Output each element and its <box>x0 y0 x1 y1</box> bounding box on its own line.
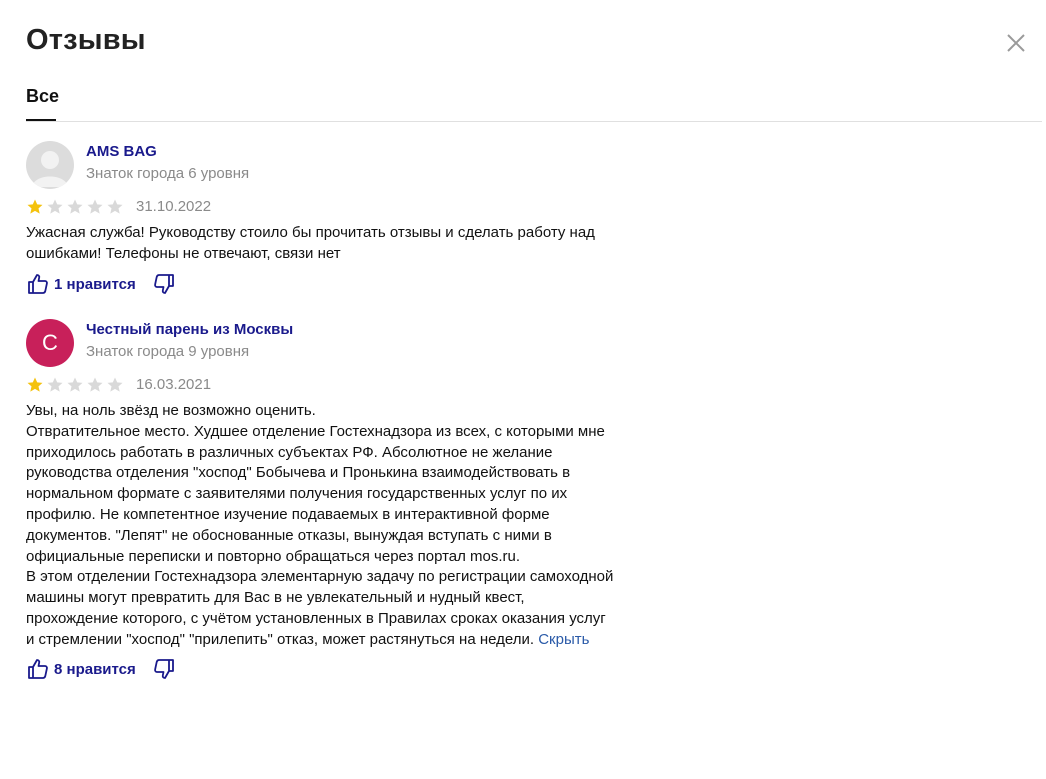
review-line-text: и стремлении "хоспод" "прилепить" отказ,… <box>26 630 535 648</box>
review-actions: 1 нравится <box>26 271 176 297</box>
star-filled-icon <box>27 377 43 392</box>
review-line: Увы, на ноль звёзд не возможно оценить. <box>26 402 316 419</box>
rating-stars <box>26 376 124 394</box>
like-count: 1 нравится <box>54 275 136 293</box>
rating-stars <box>26 198 124 216</box>
review-date: 31.10.2022 <box>136 198 212 215</box>
review-line: нормальном формате с заявителями получен… <box>26 485 568 503</box>
review-date: 16.03.2021 <box>136 376 212 393</box>
review-line: ошибками! Телефоны не отвечают, связи не… <box>26 244 341 262</box>
author-level: Знаток города 9 уровня <box>86 343 250 360</box>
hide-link[interactable]: Скрыть <box>538 631 589 648</box>
review-line: документов. "Лепят" не обоснованные отка… <box>26 526 552 544</box>
star-empty-icon <box>67 377 83 392</box>
thumbs-up-icon <box>28 659 48 679</box>
avatar[interactable] <box>26 141 74 189</box>
author-level: Знаток города 6 уровня <box>86 165 250 182</box>
avatar[interactable]: С <box>26 319 74 367</box>
like-button[interactable]: 1 нравится <box>26 272 136 296</box>
star-filled-icon <box>27 199 43 214</box>
review-line: машины могут превратить для Вас в не увл… <box>26 589 525 607</box>
review-line: официальные переписки и повторно обращат… <box>26 547 521 565</box>
review-line: профилю. Не компетентное изучение подава… <box>26 505 550 523</box>
tab-all[interactable]: Все <box>26 86 59 107</box>
star-empty-icon <box>67 199 83 214</box>
review-author[interactable]: AMS BAG <box>86 143 157 160</box>
thumbs-down-icon <box>153 659 174 679</box>
review-line: приходилось работать в различных субъект… <box>26 443 553 461</box>
user-silhouette-icon <box>32 151 68 187</box>
star-empty-icon <box>87 199 103 214</box>
dislike-button[interactable] <box>152 272 176 296</box>
review-actions: 8 нравится <box>26 656 176 682</box>
like-count: 8 нравится <box>54 660 136 678</box>
thumbs-up-icon <box>28 274 48 294</box>
review-text: Ужасная служба! Руководству стоило бы пр… <box>26 223 666 265</box>
review-line-last: и стремлении "хоспод" "прилепить" отказ,… <box>26 630 666 651</box>
review-line: руководства отделения "хоспод" Бобычева … <box>26 464 571 482</box>
review-line: прохождение которого, с учётом установле… <box>26 609 606 627</box>
star-empty-icon <box>47 377 63 392</box>
review-line: В этом отделении Гостехнадзора элементар… <box>26 568 614 586</box>
review-line: Ужасная служба! Руководству стоило бы пр… <box>26 224 595 241</box>
tabs-divider <box>26 121 1042 122</box>
star-empty-icon <box>107 377 123 392</box>
dislike-button[interactable] <box>152 657 176 681</box>
review-line: Отвратительное место. Худшее отделение Г… <box>26 422 605 440</box>
close-icon[interactable] <box>1006 33 1026 53</box>
review-text: Увы, на ноль звёзд не возможно оценить. … <box>26 401 666 651</box>
star-empty-icon <box>87 377 103 392</box>
page-title: Отзывы <box>26 24 146 56</box>
review-author[interactable]: Честный парень из Москвы <box>86 321 293 338</box>
star-empty-icon <box>107 199 123 214</box>
like-button[interactable]: 8 нравится <box>26 657 136 681</box>
star-empty-icon <box>47 199 63 214</box>
thumbs-down-icon <box>153 274 174 294</box>
